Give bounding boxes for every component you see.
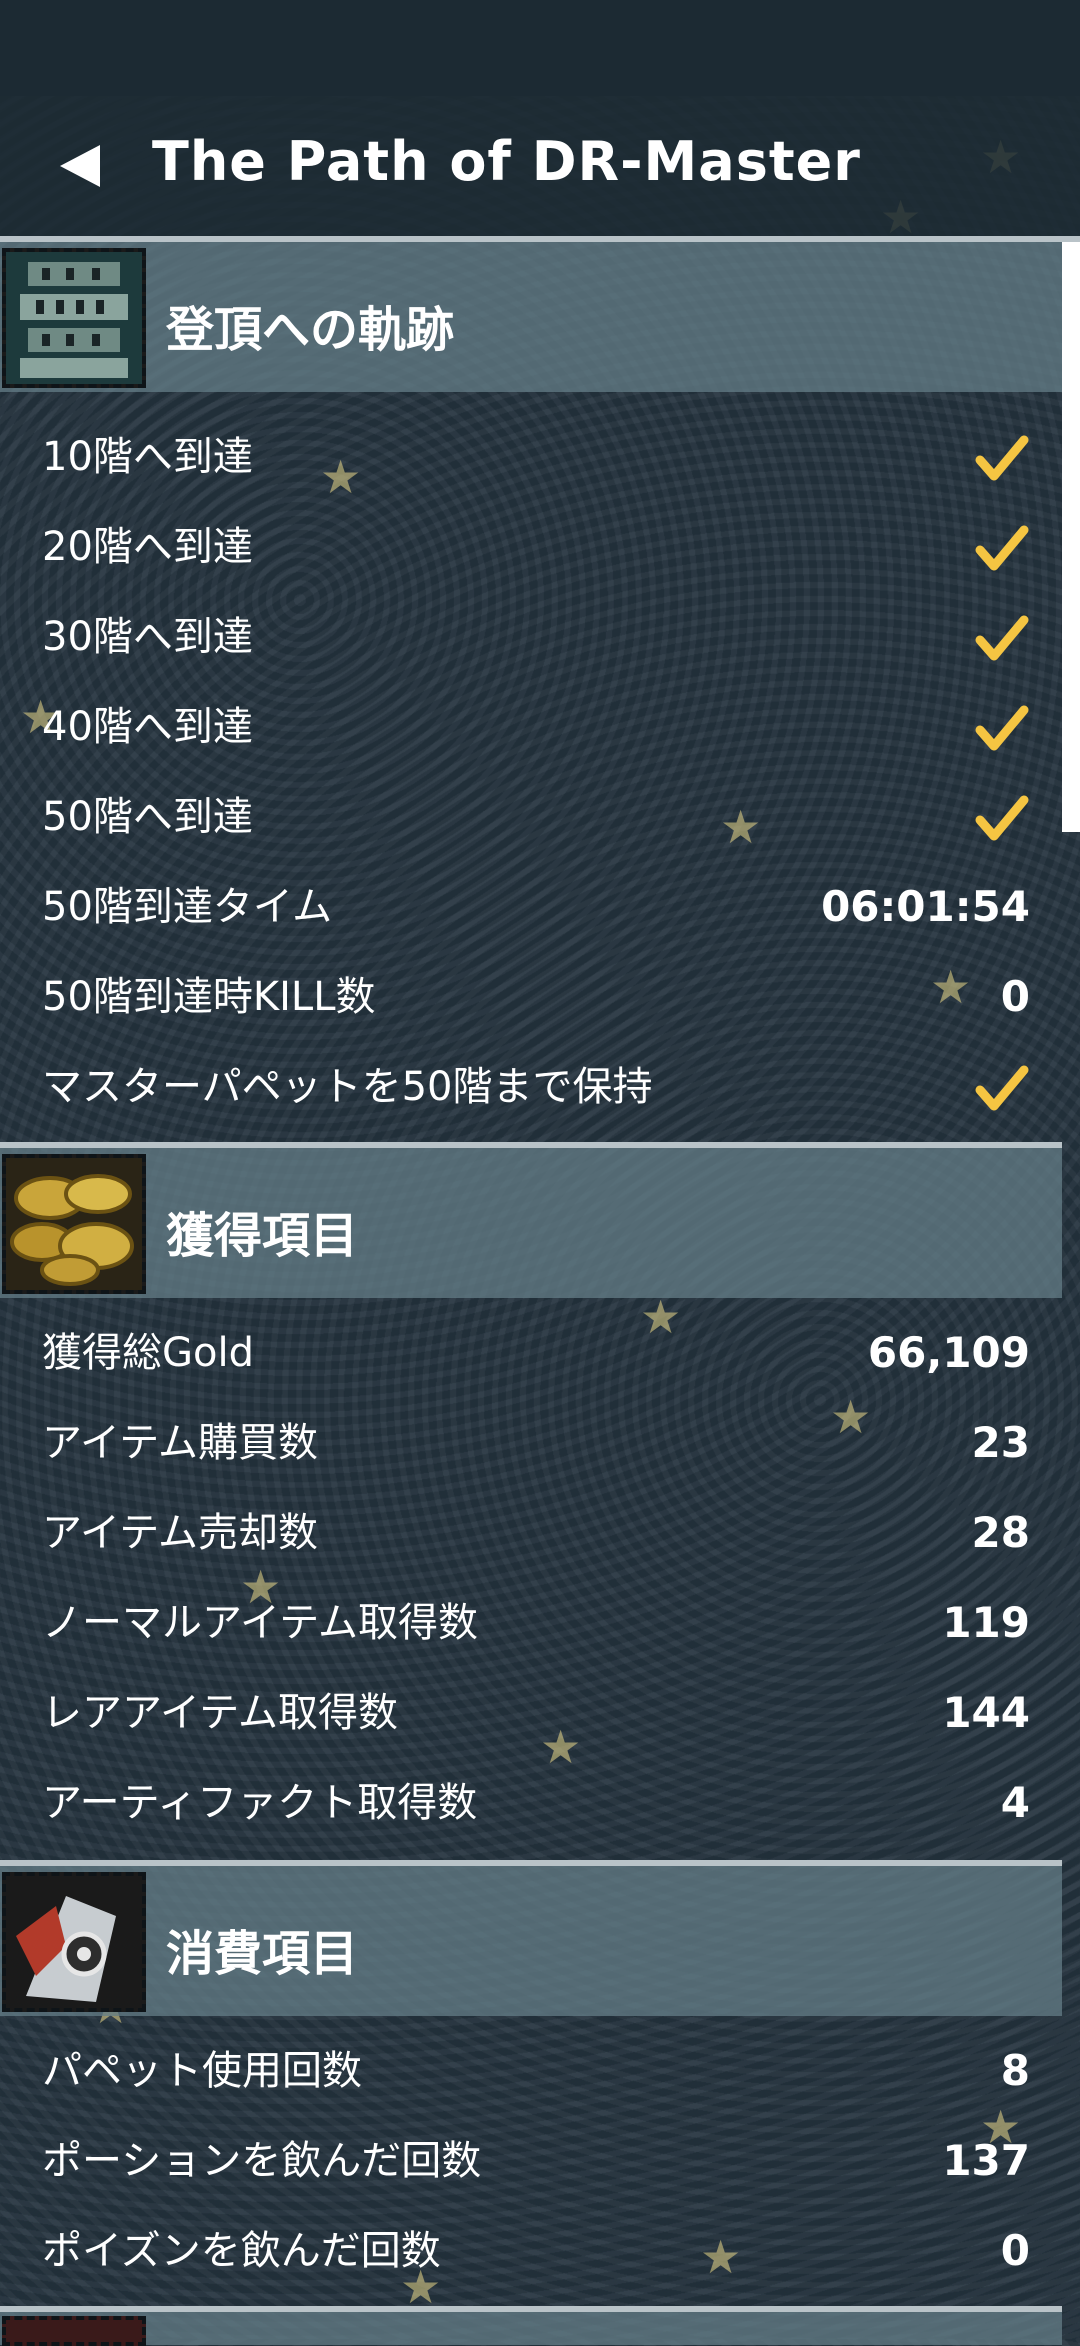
list-item-label: 50階到達タイム [42,884,333,930]
list-item-value: 23 [971,1418,1030,1467]
list-item-label: 20階へ到達 [42,524,253,570]
list-item-label: 30階へ到達 [42,614,253,660]
list-item-label: 50階へ到達 [42,794,253,840]
list-item-label: アイテム売却数 [42,1510,318,1556]
scrollbar[interactable] [1062,242,1080,832]
app-header: The Path of DR-Master [0,96,1080,242]
list-item-label: ポーションを飲んだ回数 [42,2138,482,2184]
back-arrow-icon[interactable] [54,141,104,191]
tower-icon [2,248,146,388]
list-item-value: 144 [942,1688,1030,1737]
section-header-consumed: 消費項目 [0,1860,1062,2016]
section-icon [2,2316,146,2346]
list-item-label: 10階へ到達 [42,434,253,480]
list-item-value: 119 [942,1598,1030,1647]
page-title: The Path of DR-Master [152,130,861,193]
list-item-value: 28 [971,1508,1030,1557]
list-item-label: アイテム購買数 [42,1420,318,1466]
section-title: 獲得項目 [166,1208,359,1264]
list-item-value: 06:01:54 [821,882,1030,931]
list-item-label: 40階へ到達 [42,704,253,750]
section-header-path: 登頂への軌跡 [0,242,1062,392]
section-title: 登頂への軌跡 [166,302,455,358]
list-item-value: 8 [1000,2046,1030,2095]
list-item-label: レアアイテム取得数 [42,1690,398,1736]
list-item-label: 50階到達時KILL数 [42,974,376,1020]
checkmark-icon [975,435,1029,481]
section-header-acquired: 獲得項目 [0,1142,1062,1298]
checkmark-icon [975,1065,1029,1111]
list-item-label: 獲得総Gold [42,1330,254,1376]
section-header-next [0,2306,1062,2346]
gold-coins-icon [2,1154,146,1294]
status-bar [0,0,1080,96]
list-item-value: 137 [942,2136,1030,2185]
checkmark-icon [975,705,1029,751]
section-title: 消費項目 [166,1926,359,1982]
checkmark-icon [975,615,1029,661]
list-item-value: 66,109 [867,1328,1030,1377]
checkmark-icon [975,525,1029,571]
list-item-value: 0 [1000,2226,1030,2275]
list-item-value: 0 [1000,972,1030,1021]
list-item-label: マスターパペットを50階まで保持 [42,1064,653,1110]
list-item-value: 4 [1000,1778,1030,1827]
list-item-label: パペット使用回数 [42,2048,362,2094]
list-item-label: アーティファクト取得数 [42,1780,478,1826]
list-item-label: ノーマルアイテム取得数 [42,1600,478,1646]
list-item-label: ポイズンを飲んだ回数 [42,2228,441,2274]
checkmark-icon [975,795,1029,841]
puppet-icon [2,1872,146,2012]
